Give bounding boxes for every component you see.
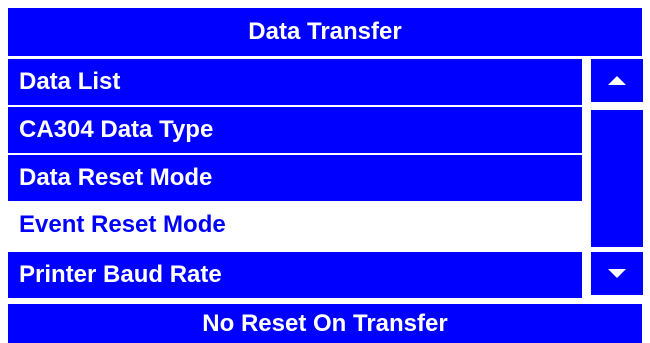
menu-item-label: Printer Baud Rate bbox=[19, 261, 222, 288]
menu-item-label: CA304 Data Type bbox=[19, 116, 214, 143]
triangle-down-icon bbox=[608, 269, 626, 278]
scroll-up-button[interactable] bbox=[591, 59, 643, 102]
menu-item-data-list[interactable]: Data List bbox=[8, 59, 582, 105]
scroll-down-button[interactable] bbox=[591, 252, 643, 295]
page-title-text: Data Transfer bbox=[248, 18, 402, 45]
page-title: Data Transfer bbox=[8, 8, 642, 56]
status-value-bar: No Reset On Transfer bbox=[8, 304, 642, 343]
menu-item-label: Data Reset Mode bbox=[19, 164, 213, 191]
status-value: No Reset On Transfer bbox=[202, 309, 448, 337]
menu-item-data-reset-mode[interactable]: Data Reset Mode bbox=[8, 155, 582, 201]
triangle-up-icon bbox=[608, 76, 626, 85]
menu-item-printer-baud-rate[interactable]: Printer Baud Rate bbox=[8, 252, 582, 298]
menu-item-event-reset-mode[interactable]: Event Reset Mode bbox=[8, 202, 582, 248]
menu-item-label: Data List bbox=[19, 68, 121, 95]
scrollbar-track[interactable] bbox=[591, 110, 643, 247]
menu-item-label: Event Reset Mode bbox=[19, 211, 226, 238]
menu-item-ca304-data-type[interactable]: CA304 Data Type bbox=[8, 107, 582, 153]
